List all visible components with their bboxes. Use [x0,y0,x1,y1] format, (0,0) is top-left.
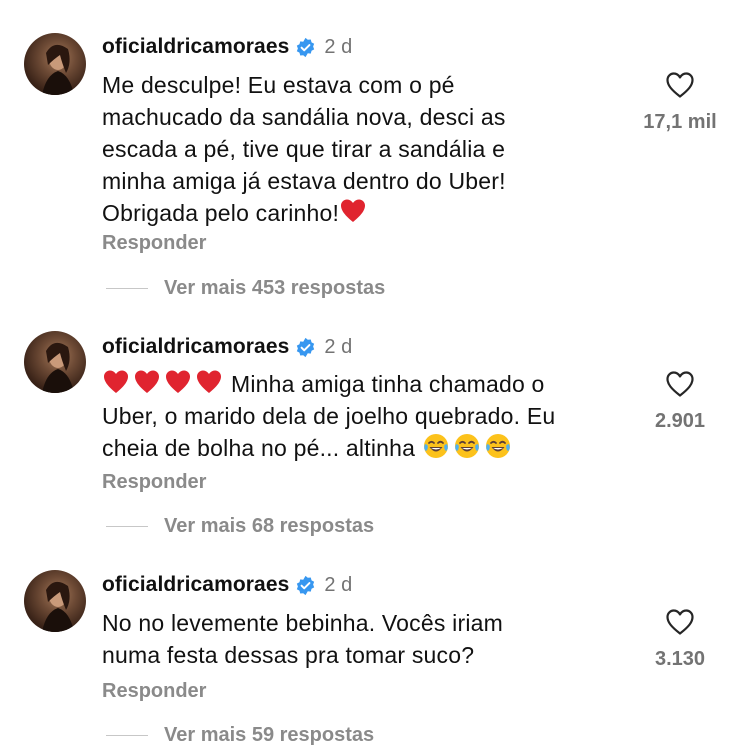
reply-button[interactable]: Responder [102,232,206,255]
replies-divider-line [106,735,148,736]
like-count: 2.901 [654,410,706,432]
comment-line: minha amiga já estava dentro do Uber! [102,168,506,194]
comment-line: escada a pé, tive que tirar a sandália e [102,136,506,162]
username-link[interactable]: oficialdricamoraes [102,35,289,59]
comment-line: Me desculpe! Eu estava com o pé [102,72,455,98]
like-area: 17,1 mil [630,71,730,134]
comment-line: Minha amiga tinha chamado o [102,368,622,400]
verified-badge-icon [295,37,316,58]
reply-button[interactable]: Responder [102,680,206,703]
comment-timestamp: 2 d [324,35,353,58]
comment-header: oficialdricamoraes 2 d [102,571,352,599]
like-heart-icon[interactable] [665,71,695,99]
replies-divider-line [106,288,148,289]
tears-of-joy-emoji-icon [453,432,481,460]
tears-of-joy-emoji-icon [484,432,512,460]
view-replies-button[interactable]: Ver mais 68 respostas [106,515,374,538]
replies-divider-line [106,526,148,527]
comment-text: No no levemente bebinha. Vocês iriam num… [102,607,622,671]
comment-line: Uber, o marido dela de joelho quebrado. … [102,403,556,429]
comment-timestamp: 2 d [324,573,353,596]
comment-header: oficialdricamoraes 2 d [102,333,352,361]
view-replies-label: Ver mais 453 respostas [164,277,386,299]
red-heart-emoji-icon [195,368,223,396]
view-replies-label: Ver mais 68 respostas [164,515,375,537]
comment-text: Minha amiga tinha chamado o Uber, o mari… [102,368,622,464]
reply-button[interactable]: Responder [102,471,206,494]
comment-timestamp: 2 d [324,335,353,358]
username-link[interactable]: oficialdricamoraes [102,335,289,359]
comment-line: No no levemente bebinha. Vocês iriam [102,610,503,636]
comment-line-text: Minha amiga tinha chamado o [231,371,545,397]
comment-line: machucado da sandália nova, desci as [102,104,506,130]
like-heart-icon[interactable] [665,608,695,636]
comment-line: numa festa dessas pra tomar suco? [102,642,475,668]
comment-line: Obrigada pelo carinho! [102,197,622,229]
like-area: 2.901 [630,370,730,433]
comment-line-text: cheia de bolha no pé... altinha [102,435,416,461]
comment-header: oficialdricamoraes 2 d [102,33,352,61]
like-count: 17,1 mil [643,111,717,133]
red-heart-emoji-icon [133,368,161,396]
user-avatar[interactable] [24,331,86,393]
like-area: 3.130 [630,608,730,671]
username-link[interactable]: oficialdricamoraes [102,573,289,597]
view-replies-label: Ver mais 59 respostas [164,724,375,746]
view-replies-button[interactable]: Ver mais 453 respostas [106,277,385,300]
user-avatar[interactable] [24,570,86,632]
red-heart-emoji-icon [164,368,192,396]
red-heart-emoji-icon [102,368,130,396]
like-count: 3.130 [654,648,706,670]
comment-line: cheia de bolha no pé... altinha [102,432,622,464]
like-heart-icon[interactable] [665,370,695,398]
tears-of-joy-emoji-icon [422,432,450,460]
verified-badge-icon [295,575,316,596]
verified-badge-icon [295,337,316,358]
view-replies-button[interactable]: Ver mais 59 respostas [106,724,374,747]
red-heart-emoji-icon [339,197,367,225]
user-avatar[interactable] [24,33,86,95]
comment-text: Me desculpe! Eu estava com o pé machucad… [102,69,622,229]
comment-line-text: Obrigada pelo carinho! [102,200,340,226]
